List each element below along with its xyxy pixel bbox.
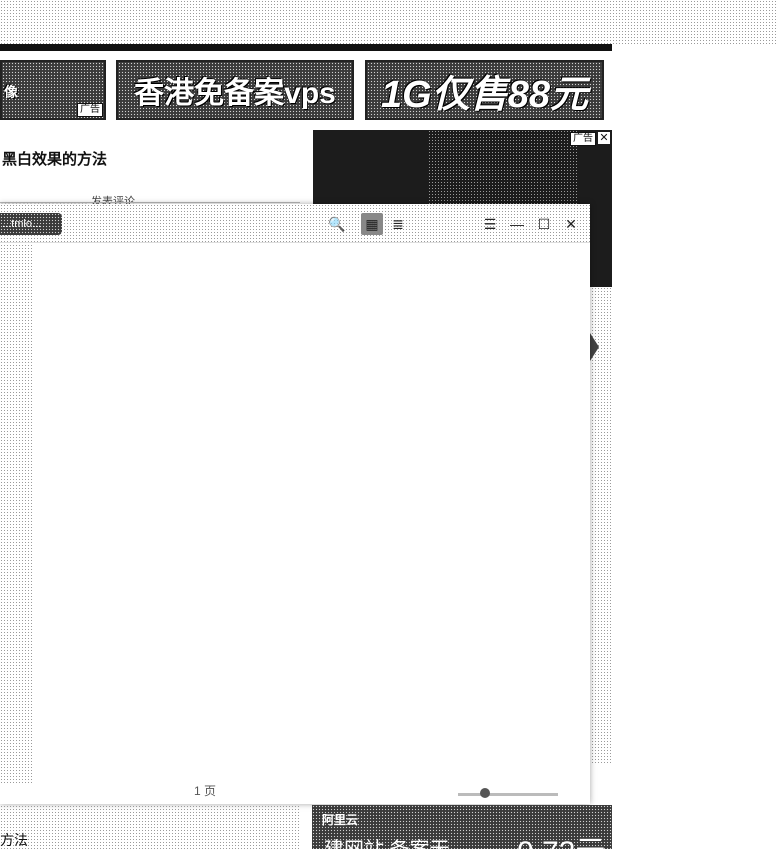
close-icon[interactable]: ✕ — [560, 213, 582, 235]
banner-ad-hk-vps[interactable]: 香港免备案vps — [116, 60, 354, 120]
article-title: 黑白效果的方法 — [2, 151, 108, 168]
site-header-bar — [0, 44, 612, 51]
banner-ad-price[interactable]: 1G仅售88元 — [365, 60, 604, 120]
minimize-icon[interactable]: — — [506, 213, 528, 235]
close-icon[interactable]: ✕ — [598, 132, 610, 144]
maximize-icon[interactable]: ☐ — [533, 213, 555, 235]
menu-icon[interactable]: ☰ — [479, 213, 501, 235]
ad-tag: 广告 — [570, 132, 596, 146]
document-tab[interactable]: ...tmlo... — [0, 213, 62, 235]
top-toolbar-strip — [0, 0, 776, 44]
page-indicator: 1 页 — [194, 784, 217, 798]
ad-price: 0.73元 — [517, 827, 605, 849]
ad-brand: 阿里云 — [322, 813, 359, 827]
ad-tag: 广告 — [77, 103, 103, 117]
bottom-article-link[interactable]: 方法 — [0, 830, 28, 850]
zoom-slider[interactable] — [458, 793, 558, 796]
list-view-icon[interactable]: ≣ — [387, 213, 409, 235]
banner-ad-left[interactable]: 像 广告 — [0, 60, 106, 120]
divider — [0, 202, 300, 203]
banner-left-text: 像 — [4, 84, 18, 100]
zoom-slider-handle[interactable] — [480, 788, 490, 798]
viewer-sidebar — [0, 244, 32, 784]
chevron-right-icon[interactable] — [590, 333, 599, 361]
thumbnail-view-icon[interactable]: ▦ — [361, 213, 383, 235]
ad-promo-text: 建网站 备案无 — [324, 833, 450, 849]
viewer-toolbar: ...tmlo... 🔍 ▦ ≣ ☰ — ☐ ✕ — [0, 204, 590, 243]
banner-middle-text: 香港免备案vps — [134, 77, 336, 110]
search-icon[interactable]: 🔍 — [326, 213, 348, 235]
document-canvas[interactable] — [34, 248, 584, 788]
document-viewer-window: ...tmlo... 🔍 ▦ ≣ ☰ — ☐ ✕ — [0, 204, 590, 804]
banner-right-text: 1G仅售88元 — [381, 73, 588, 116]
bottom-ad[interactable]: 阿里云 建网站 备案无 0.73元 — [312, 805, 612, 849]
bottom-left-panel — [0, 805, 300, 849]
